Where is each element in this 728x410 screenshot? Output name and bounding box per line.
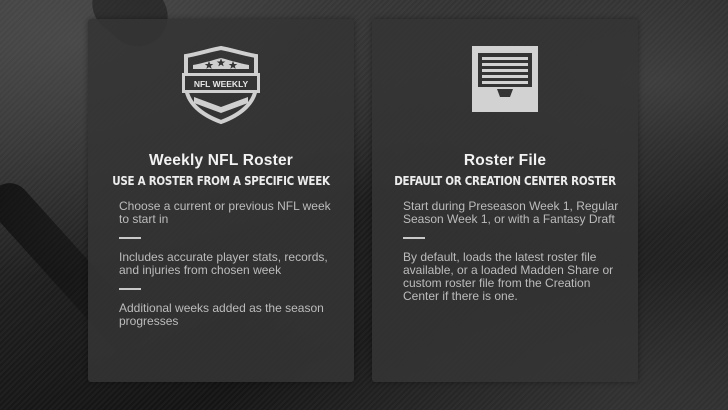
nfl-weekly-icon-label: NFL WEEKLY [194, 79, 249, 89]
feature-item: Additional weeks added as the season pro… [119, 301, 324, 328]
feature-item: Start during Preseason Week 1, Regular S… [403, 199, 619, 226]
card-subtitle: DEFAULT OR CREATION CENTER ROSTER [394, 174, 616, 188]
feature-list: Start during Preseason Week 1, Regular S… [403, 200, 620, 303]
feature-list: Choose a current or previous NFL week to… [119, 200, 336, 328]
nfl-weekly-shield-icon: NFL WEEKLY [88, 45, 354, 137]
file-cabinet-icon [372, 45, 638, 137]
card-title: Weekly NFL Roster [148, 152, 294, 169]
divider [119, 288, 141, 290]
card-subtitle: USE A ROSTER FROM A SPECIFIC WEEK [112, 174, 330, 188]
divider [119, 237, 141, 239]
weekly-nfl-roster-card[interactable]: NFL WEEKLY Weekly NFL Roster USE A ROSTE… [88, 19, 354, 382]
feature-item: Includes accurate player stats, records,… [119, 250, 328, 277]
divider [403, 237, 425, 239]
feature-item: Choose a current or previous NFL week to… [119, 199, 331, 226]
roster-file-card[interactable]: Roster File DEFAULT OR CREATION CENTER R… [372, 19, 638, 382]
card-title: Roster File [463, 152, 547, 169]
feature-item: By default, loads the latest roster file… [403, 250, 614, 303]
